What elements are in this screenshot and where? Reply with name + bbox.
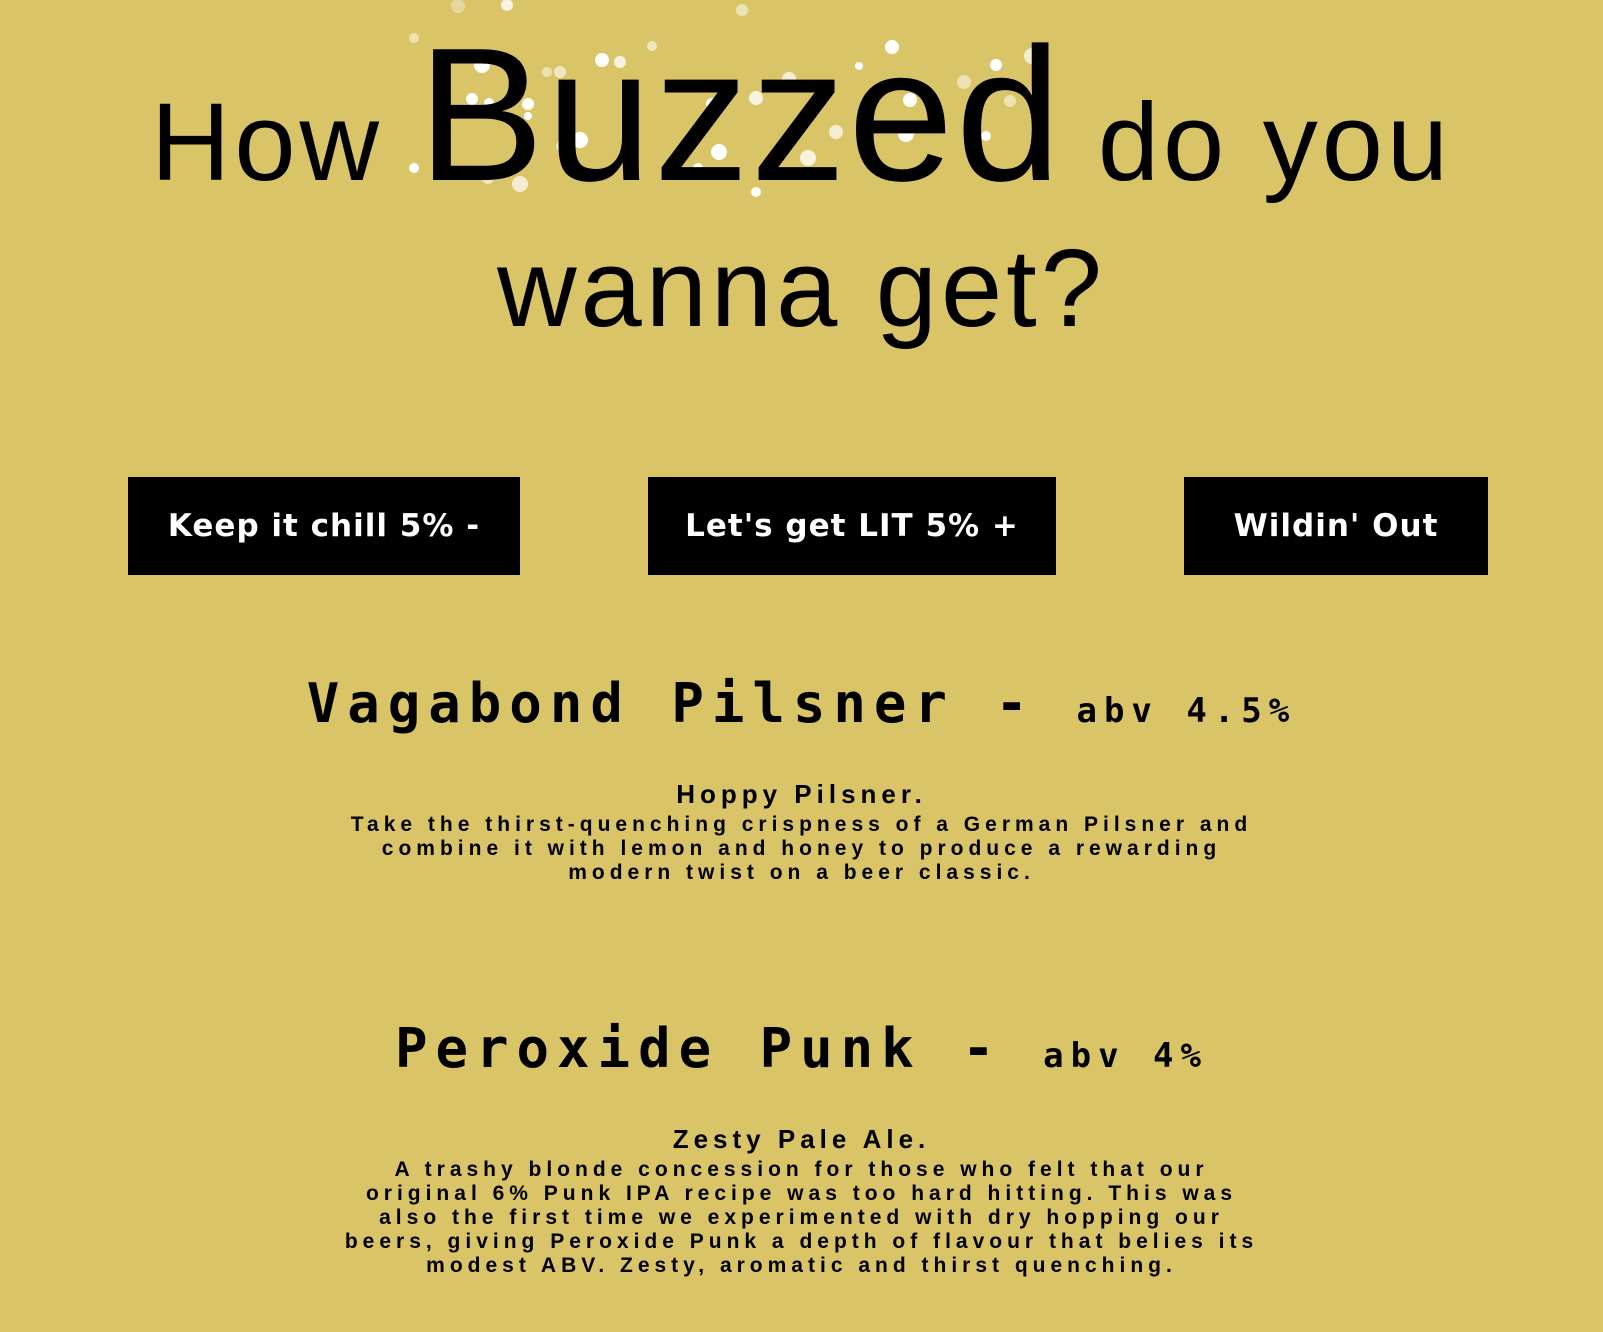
beer-name: Vagabond Pilsner - xyxy=(306,672,1077,735)
beer-abv: abv 4% xyxy=(1043,1036,1208,1076)
beer-title: Vagabond Pilsner - abv 4.5% xyxy=(0,672,1603,735)
abv-filter-buttons: Keep it chill 5% - Let's get LIT 5% + Wi… xyxy=(0,477,1603,575)
hero-line-2: wanna get? xyxy=(497,227,1106,350)
filter-button-lit[interactable]: Let's get LIT 5% + xyxy=(648,477,1056,575)
hero-prefix: How xyxy=(150,81,383,204)
beer-tagline: Hoppy Pilsner. xyxy=(676,779,927,809)
filter-button-wildin-out[interactable]: Wildin' Out xyxy=(1184,477,1488,575)
beer-description: A trashy blonde concession for those who… xyxy=(344,1158,1259,1277)
beer-title: Peroxide Punk - abv 4% xyxy=(0,1017,1603,1080)
hero-heading: How Buzzed do you wanna get? xyxy=(0,20,1603,364)
hero-highlight: Buzzed xyxy=(417,9,1064,221)
beer-tagline: Zesty Pale Ale. xyxy=(672,1124,931,1154)
hero-suffix: do you xyxy=(1097,81,1453,204)
beer-abv: abv 4.5% xyxy=(1076,691,1297,731)
beer-card: Peroxide Punk - abv 4% Zesty Pale Ale. A… xyxy=(0,1017,1603,1278)
beer-name: Peroxide Punk - xyxy=(395,1017,1044,1080)
beer-card: Vagabond Pilsner - abv 4.5% Hoppy Pilsne… xyxy=(0,672,1603,885)
hero-line-1: How Buzzed do you xyxy=(0,20,1603,218)
beer-description: Take the thirst-quenching crispness of a… xyxy=(350,813,1253,884)
filter-button-chill[interactable]: Keep it chill 5% - xyxy=(128,477,520,575)
